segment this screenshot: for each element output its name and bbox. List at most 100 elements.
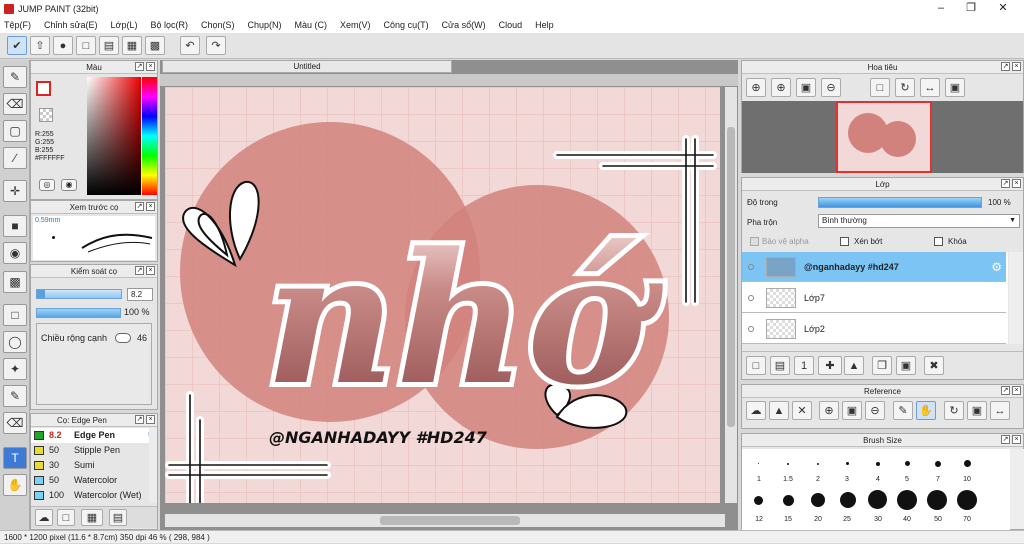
new-layer-icon[interactable]: □: [746, 356, 766, 375]
document-icon[interactable]: ▤: [99, 36, 119, 55]
actual-size-icon[interactable]: □: [870, 78, 890, 97]
minimize-icon[interactable]: –: [926, 0, 956, 17]
close-panel-icon[interactable]: ×: [1012, 386, 1021, 395]
layer-row[interactable]: Lớp7: [742, 283, 1006, 313]
new-layer-1bit-icon[interactable]: 1: [794, 356, 814, 375]
fill-rect-tool-icon[interactable]: ■: [3, 215, 27, 237]
brush-size-dot[interactable]: [927, 490, 947, 510]
menu-edit[interactable]: Chỉnh sửa(E): [44, 20, 98, 30]
transparent-color-swatch[interactable]: [39, 108, 53, 122]
select-tool-icon[interactable]: ▢: [3, 120, 27, 142]
layer-list-scrollbar[interactable]: [1009, 252, 1023, 344]
brush-size-dot[interactable]: [897, 490, 917, 510]
canvas-horizontal-scrollbar[interactable]: [165, 514, 725, 527]
bucket-tool-icon[interactable]: ◉: [3, 242, 27, 264]
brush-size-scrollbar[interactable]: [1010, 449, 1024, 529]
visibility-icon[interactable]: [748, 294, 754, 301]
undo-icon[interactable]: ↶: [180, 36, 200, 55]
layer-row[interactable]: @nganhadayy #hd247 ⚙: [742, 252, 1006, 282]
lasso-tool-icon[interactable]: ◯: [3, 331, 27, 353]
brush-size-dot[interactable]: [876, 462, 880, 466]
redo-icon[interactable]: ↷: [206, 36, 226, 55]
brush-item-sumi[interactable]: 30 Sumi: [31, 458, 157, 473]
menu-window[interactable]: Cửa sổ(W): [442, 20, 486, 30]
brush-tool-icon[interactable]: ∕: [3, 147, 27, 169]
move-tool-icon[interactable]: ✛: [3, 180, 27, 202]
palette-icon[interactable]: ◉: [61, 179, 77, 191]
menu-filter[interactable]: Bộ lọc(R): [150, 20, 188, 30]
hand-tool-icon[interactable]: ✋: [3, 474, 27, 496]
brush-size-slider[interactable]: [36, 289, 122, 299]
layer-opacity-slider[interactable]: [818, 197, 982, 208]
fit-icon[interactable]: ▣: [796, 78, 816, 97]
close-panel-icon[interactable]: ×: [1012, 62, 1021, 71]
brush-menu-icon[interactable]: ▦: [81, 509, 103, 526]
comment-icon[interactable]: ●: [53, 36, 73, 55]
brush-settings-icon[interactable]: ▤: [109, 509, 127, 526]
open-folder-icon[interactable]: ▲: [769, 401, 789, 420]
visibility-icon[interactable]: [748, 263, 754, 270]
gradient-tool-icon[interactable]: ▩: [3, 271, 27, 293]
restore-icon[interactable]: ❐: [956, 0, 986, 17]
actual-size-icon[interactable]: ▣: [967, 401, 987, 420]
select-eraser-tool-icon[interactable]: ⌫: [3, 412, 27, 434]
brush-opacity-slider[interactable]: [36, 308, 121, 318]
brush-size-dot[interactable]: [754, 496, 763, 505]
eraser-tool-icon[interactable]: ⌫: [3, 93, 27, 115]
zoom-out-icon[interactable]: ⊖: [821, 78, 841, 97]
page-icon[interactable]: ▦: [122, 36, 142, 55]
brush-size-dot[interactable]: [905, 461, 910, 466]
delete-layer-icon[interactable]: ✖: [924, 356, 944, 375]
brush-size-dot[interactable]: [840, 492, 856, 508]
menu-view[interactable]: Xem(V): [340, 20, 371, 30]
eyedropper-icon[interactable]: ✎: [893, 401, 913, 420]
pen-tool-icon[interactable]: ✎: [3, 66, 27, 88]
lock-checkbox[interactable]: [934, 237, 943, 246]
hand-icon[interactable]: ✋: [916, 401, 936, 420]
float-icon[interactable]: ↗: [135, 202, 144, 211]
menu-file[interactable]: Tệp(F): [4, 20, 31, 30]
brush-list-scrollbar[interactable]: [149, 428, 157, 503]
zoom-in-icon[interactable]: ⊕: [746, 78, 766, 97]
menu-cloud[interactable]: Cloud: [499, 20, 523, 30]
cloud-download-icon[interactable]: ☁: [35, 509, 53, 526]
layer-row[interactable]: Lớp2: [742, 314, 1006, 344]
hue-slider[interactable]: [142, 77, 157, 195]
fit-icon[interactable]: ▣: [842, 401, 862, 420]
brush-size-dot[interactable]: [783, 495, 794, 506]
protect-alpha-checkbox[interactable]: [750, 237, 759, 246]
text-tool-icon[interactable]: T: [3, 447, 27, 469]
float-icon[interactable]: ↗: [135, 266, 144, 275]
close-panel-icon[interactable]: ×: [1012, 179, 1021, 188]
brush-item-watercolor[interactable]: 50 Watercolor: [31, 473, 157, 488]
gear-icon[interactable]: ⚙: [991, 260, 1002, 274]
menu-help[interactable]: Help: [535, 20, 554, 30]
close-panel-icon[interactable]: ×: [146, 62, 155, 71]
new-brush-icon[interactable]: □: [57, 509, 75, 526]
share-icon[interactable]: ⇧: [30, 36, 50, 55]
duplicate-layer-icon[interactable]: ❐: [872, 356, 892, 375]
brush-size-dot[interactable]: [787, 463, 789, 465]
close-reference-icon[interactable]: ✕: [792, 401, 812, 420]
magic-wand-tool-icon[interactable]: ✦: [3, 358, 27, 380]
add-layer-menu-icon[interactable]: ✚: [818, 356, 842, 375]
document-tab[interactable]: Untitled: [162, 60, 452, 73]
close-icon[interactable]: ✕: [988, 0, 1018, 17]
flip-icon[interactable]: ↔: [990, 401, 1010, 420]
float-icon[interactable]: ↗: [1001, 435, 1010, 444]
brush-size-dot[interactable]: [964, 460, 971, 467]
brush-item-edge-pen[interactable]: 8.2 Edge Pen ⚙: [31, 428, 157, 443]
artwork-canvas[interactable]: nhớ @NGANHADAYY #HD247: [165, 87, 720, 503]
close-panel-icon[interactable]: ×: [146, 202, 155, 211]
menu-tools[interactable]: Công cụ(T): [384, 20, 429, 30]
menu-select[interactable]: Chọn(S): [201, 20, 235, 30]
saturation-value-picker[interactable]: [87, 77, 141, 195]
flip-icon[interactable]: ↔: [920, 78, 940, 97]
brush-size-dot[interactable]: [868, 490, 887, 509]
zoom-out-icon[interactable]: ⊖: [865, 401, 885, 420]
brush-size-dot[interactable]: [817, 463, 819, 465]
foreground-color-swatch[interactable]: [36, 81, 51, 96]
navigator-thumbnail[interactable]: [836, 101, 932, 173]
canvas-vertical-scrollbar[interactable]: [725, 87, 737, 503]
rotate-icon[interactable]: ↻: [895, 78, 915, 97]
